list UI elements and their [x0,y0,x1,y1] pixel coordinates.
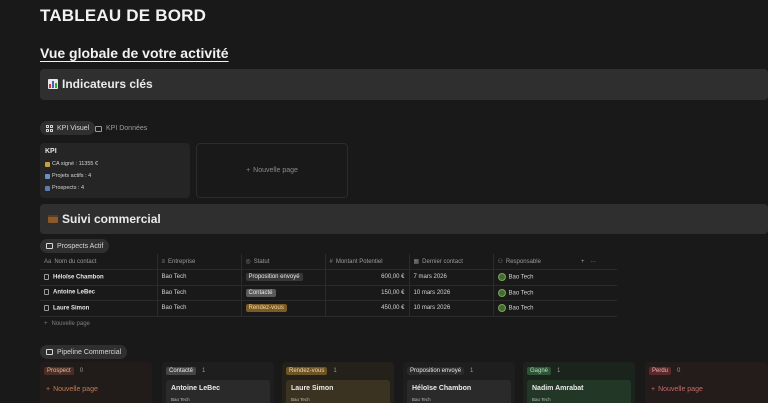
page-icon [44,273,49,280]
tab-prospects-actif[interactable]: Prospects Actif [40,239,110,253]
avatar [497,273,506,282]
column-actions: + ··· [577,254,617,270]
gallery-icon [46,124,53,132]
table-header-row: Aa Nom du contact ≡ Entreprise ◎ Statut # Mo… [40,254,617,270]
list-icon: ≡ [161,258,166,265]
add-column-icon[interactable]: + [581,259,585,265]
avatar [497,288,506,297]
board-column-contacte: Contacté 1 Antoine LeBec Bao Tech [162,362,274,403]
new-row[interactable]: + Nouvelle page [40,315,617,332]
card-title: Antoine LeBec [171,385,221,392]
board-icon [46,349,53,355]
table-row[interactable]: Héloïse Chambon Bao Tech Proposition env… [40,269,617,285]
board-column-prospect: Prospect 0 + Nouvelle page [40,362,152,403]
kpi-line: CA signé : 11355 € [45,161,98,167]
column-count: 1 [557,368,561,374]
page-icon [44,304,49,311]
suivi-callout: Suivi commercial [40,204,768,234]
plus-icon: + [651,386,656,393]
text-icon: Aa [44,258,52,265]
new-page-button[interactable]: + Nouvelle page [46,386,98,393]
column-header[interactable]: Aa Nom du contact [40,254,157,270]
tab-pipeline-commercial[interactable]: Pipeline Commercial [40,345,128,359]
column-count: 1 [202,368,206,374]
board-card[interactable]: Héloïse Chambon Bao Tech [407,380,511,403]
folder-icon [45,173,50,179]
board-card[interactable]: Antoine LeBec Bao Tech [166,380,270,403]
page-title: TABLEAU DE BORD [40,6,207,25]
column-count: 1 [333,368,337,374]
board-column-gagne: Gagné 1 Nadim Amrabat Bao Tech [523,362,635,403]
plus-icon: + [44,321,48,327]
plus-icon: + [46,386,51,393]
board-card[interactable]: Nadim Amrabat Bao Tech [527,380,631,403]
page-icon [44,289,49,296]
table-row[interactable]: Antoine LeBec Bao Tech Contacté 150,00 €… [40,284,617,301]
column-label: Gagné [527,367,552,375]
person-icon: ⚇ [497,259,503,265]
status-badge: Proposition envoyé [245,273,303,282]
board-column-perdu: Perdu 0 + Nouvelle page [645,362,768,403]
table-row[interactable]: Laure Simon Bao Tech Rendez-vous 450,00 … [40,300,617,316]
card-company: Bao Tech [171,397,190,402]
more-icon[interactable]: ··· [590,259,596,265]
people-icon [45,185,50,191]
column-label: Contacté [166,367,197,375]
tab-kpi-visuel[interactable]: KPI Visuel [40,121,96,135]
card-title: Héloïse Chambon [412,385,472,392]
page-subtitle[interactable]: Vue globale de votre activité [40,45,229,61]
indicators-callout: Indicateurs clés [40,69,768,100]
kpi-line: Prospects : 4 [45,185,84,191]
kpi-card[interactable]: KPI CA signé : 11355 € Projets actifs : … [40,143,190,198]
card-company: Bao Tech [291,397,310,402]
plus-icon: + [246,167,251,174]
kpi-card-title: KPI [45,148,57,155]
indicators-heading: Indicateurs clés [62,77,153,91]
column-label: Perdu [649,367,672,375]
table-icon [95,125,102,132]
column-label: Rendez-vous [286,367,328,375]
prospects-table: Aa Nom du contact ≡ Entreprise ◎ Statut # Mo… [40,254,617,332]
column-header[interactable]: ◎ Statut [240,254,325,270]
column-count: 1 [470,368,474,374]
board-column-proposition: Proposition envoyé 1 Héloïse Chambon Bao… [403,362,515,403]
column-header[interactable]: ▦ Dernier contact [408,254,493,270]
card-company: Bao Tech [412,397,431,402]
kpi-line: Projets actifs : 4 [45,173,91,179]
column-label: Prospect [44,367,74,375]
briefcase-icon [48,215,58,223]
avatar [497,304,506,313]
column-header[interactable]: ≡ Entreprise [156,254,241,270]
new-page-button[interactable]: + Nouvelle page [651,386,703,393]
suivi-heading: Suivi commercial [62,212,161,226]
column-count: 0 [79,368,84,374]
calendar-icon: ▦ [413,259,420,265]
column-label: Proposition envoyé [407,367,465,375]
tab-kpi-donnees[interactable]: KPI Données [95,125,147,132]
status-icon: ◎ [245,259,251,265]
card-title: Nadim Amrabat [532,385,584,392]
new-page-card[interactable]: + Nouvelle page [196,143,348,198]
money-bag-icon [45,161,50,167]
board-column-rendez-vous: Rendez-vous 1 Laure Simon Bao Tech [282,362,394,403]
card-title: Laure Simon [291,385,334,392]
number-icon: # [329,258,333,265]
column-count: 0 [677,368,681,374]
column-header[interactable]: ⚇ Responsable [492,254,577,270]
board-card[interactable]: Laure Simon Bao Tech [286,380,390,403]
bar-chart-icon [48,79,58,89]
card-company: Bao Tech [532,397,551,402]
column-header[interactable]: # Montant Potentiel [324,254,409,270]
status-badge: Rendez-vous [245,304,287,313]
status-badge: Contacté [245,288,276,297]
table-icon [46,243,53,249]
